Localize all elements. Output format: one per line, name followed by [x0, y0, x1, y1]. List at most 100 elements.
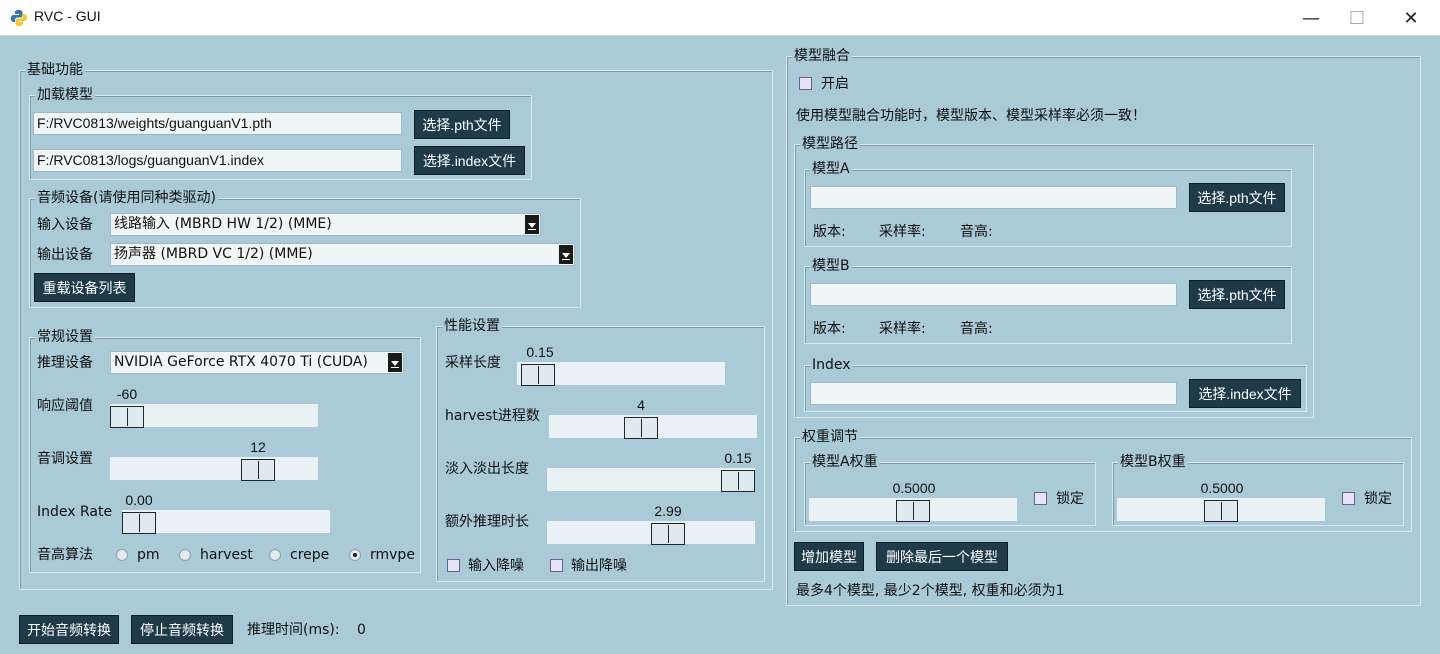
output-denoise-checkbox[interactable]	[550, 559, 563, 572]
sample-length-value: 0.15	[526, 344, 554, 360]
performance-title: 性能设置	[442, 317, 502, 335]
merge-enable-label[interactable]: 开启	[821, 75, 849, 93]
harvest-procs-value: 4	[637, 397, 645, 413]
merge-notice: 使用模型融合功能时，模型版本、模型采样率必须一致！	[796, 108, 1146, 124]
weight-a-slider-thumb[interactable]	[896, 500, 930, 522]
harvest-procs-slider-thumb[interactable]	[624, 417, 658, 439]
pitch-slider[interactable]	[110, 457, 318, 481]
index-path-input[interactable]: F:/RVC0813/logs/guanguanV1.index	[33, 149, 402, 172]
input-device-select[interactable]: 线路输入 (MBRD HW 1/2) (MME)	[110, 213, 541, 236]
input-denoise-checkbox[interactable]	[447, 559, 460, 572]
input-denoise-label[interactable]: 输入降噪	[468, 557, 524, 575]
input-device-value: 线路输入 (MBRD HW 1/2) (MME)	[114, 216, 332, 232]
model-a-pitch-label: 音高:	[960, 224, 993, 240]
merge-index-path-input[interactable]	[810, 382, 1177, 405]
chevron-down-icon[interactable]	[388, 353, 402, 372]
model-b-sr-label: 采样率:	[879, 321, 926, 337]
select-index-button[interactable]: 选择.index文件	[414, 146, 525, 175]
weight-a-value: 0.5000	[892, 480, 936, 496]
model-b-pitch-label: 音高:	[960, 321, 993, 337]
merge-select-index-button[interactable]: 选择.index文件	[1189, 379, 1301, 408]
threshold-slider[interactable]	[110, 404, 318, 428]
basic-frame-title: 基础功能	[25, 61, 85, 79]
radio-crepe-label[interactable]: crepe	[290, 546, 329, 564]
model-b-path-input[interactable]	[810, 283, 1177, 306]
output-device-label: 输出设备	[37, 247, 93, 263]
stop-conversion-button[interactable]: 停止音频转换	[131, 615, 233, 644]
device-label: 推理设备	[37, 355, 93, 371]
audio-device-title: 音频设备(请使用同种类驱动)	[35, 189, 218, 207]
harvest-procs-label: harvest进程数	[445, 408, 540, 424]
inference-device-value: NVIDIA GeForce RTX 4070 Ti (CUDA)	[114, 354, 368, 370]
output-device-value: 扬声器 (MBRD VC 1/2) (MME)	[114, 246, 313, 262]
merge-enable-checkbox[interactable]	[799, 77, 812, 90]
harvest-procs-slider[interactable]	[549, 415, 757, 439]
weight-b-lock-label[interactable]: 锁定	[1364, 490, 1392, 508]
f0-method-label: 音高算法	[37, 547, 93, 563]
extra-time-slider-thumb[interactable]	[651, 523, 685, 545]
pth-path-input[interactable]: F:/RVC0813/weights/guanguanV1.pth	[33, 112, 402, 135]
title-bar: RVC - GUI — ☐ ✕	[0, 0, 1440, 36]
radio-pm[interactable]	[116, 549, 128, 561]
chevron-down-icon[interactable]	[525, 215, 539, 234]
start-conversion-button[interactable]: 开始音频转换	[19, 615, 119, 644]
merge-index-title: Index	[810, 356, 853, 374]
sample-length-slider-thumb[interactable]	[521, 364, 555, 386]
extra-time-slider[interactable]	[547, 521, 755, 545]
close-button[interactable]: ✕	[1388, 0, 1434, 36]
index-rate-label: Index Rate	[37, 504, 113, 520]
index-rate-slider-thumb[interactable]	[122, 512, 156, 534]
model-b-version-label: 版本:	[813, 321, 846, 337]
weight-b-title: 模型B权重	[1118, 453, 1188, 471]
sample-length-slider[interactable]	[517, 362, 725, 386]
radio-rmvpe-label[interactable]: rmvpe	[370, 546, 415, 564]
radio-harvest-label[interactable]: harvest	[200, 546, 253, 564]
maximize-button[interactable]: ☐	[1334, 0, 1380, 36]
output-denoise-label[interactable]: 输出降噪	[571, 557, 627, 575]
merge-hint: 最多4个模型, 最少2个模型, 权重和必须为1	[796, 583, 1065, 599]
model-paths-title: 模型路径	[800, 135, 860, 153]
sample-length-label: 采样长度	[445, 355, 501, 371]
model-a-select-pth-button[interactable]: 选择.pth文件	[1189, 183, 1285, 212]
pitch-label: 音调设置	[37, 451, 93, 467]
model-a-sr-label: 采样率:	[879, 224, 926, 240]
threshold-slider-thumb[interactable]	[110, 406, 144, 428]
output-device-select[interactable]: 扬声器 (MBRD VC 1/2) (MME)	[110, 243, 575, 266]
add-model-button[interactable]: 增加模型	[794, 542, 864, 571]
threshold-label: 响应阈值	[37, 398, 93, 414]
pitch-value: 12	[250, 439, 266, 455]
crossfade-label: 淡入淡出长度	[445, 461, 529, 477]
weight-b-slider[interactable]	[1117, 498, 1325, 522]
crossfade-slider[interactable]	[547, 468, 755, 492]
radio-rmvpe[interactable]	[349, 549, 361, 561]
chevron-down-icon[interactable]	[559, 245, 573, 264]
model-b-select-pth-button[interactable]: 选择.pth文件	[1189, 280, 1285, 309]
crossfade-value: 0.15	[724, 450, 752, 466]
general-settings-title: 常规设置	[35, 328, 95, 346]
infer-time-value: 0	[357, 622, 366, 638]
select-pth-button[interactable]: 选择.pth文件	[414, 110, 510, 139]
weight-a-lock-checkbox[interactable]	[1034, 492, 1047, 505]
radio-pm-label[interactable]: pm	[137, 546, 160, 564]
reload-devices-button[interactable]: 重载设备列表	[34, 273, 135, 302]
weight-b-lock-checkbox[interactable]	[1342, 492, 1355, 505]
model-a-path-input[interactable]	[810, 186, 1177, 209]
radio-harvest[interactable]	[179, 549, 191, 561]
crossfade-slider-thumb[interactable]	[721, 470, 755, 492]
radio-crepe[interactable]	[269, 549, 281, 561]
model-merge-title: 模型融合	[792, 47, 852, 65]
inference-device-select[interactable]: NVIDIA GeForce RTX 4070 Ti (CUDA)	[110, 351, 404, 374]
minimize-button[interactable]: —	[1288, 0, 1334, 36]
pitch-slider-thumb[interactable]	[241, 459, 275, 481]
weight-b-slider-thumb[interactable]	[1204, 500, 1238, 522]
infer-time-label: 推理时间(ms):	[247, 622, 340, 638]
model-a-title: 模型A	[810, 160, 852, 178]
weight-a-lock-label[interactable]: 锁定	[1056, 490, 1084, 508]
index-rate-slider[interactable]	[122, 510, 330, 534]
threshold-value: -60	[116, 386, 138, 402]
model-b-title: 模型B	[810, 257, 852, 275]
extra-time-label: 额外推理时长	[445, 514, 529, 530]
input-device-label: 输入设备	[37, 217, 93, 233]
weight-a-slider[interactable]	[809, 498, 1017, 522]
remove-last-model-button[interactable]: 删除最后一个模型	[876, 542, 1008, 571]
